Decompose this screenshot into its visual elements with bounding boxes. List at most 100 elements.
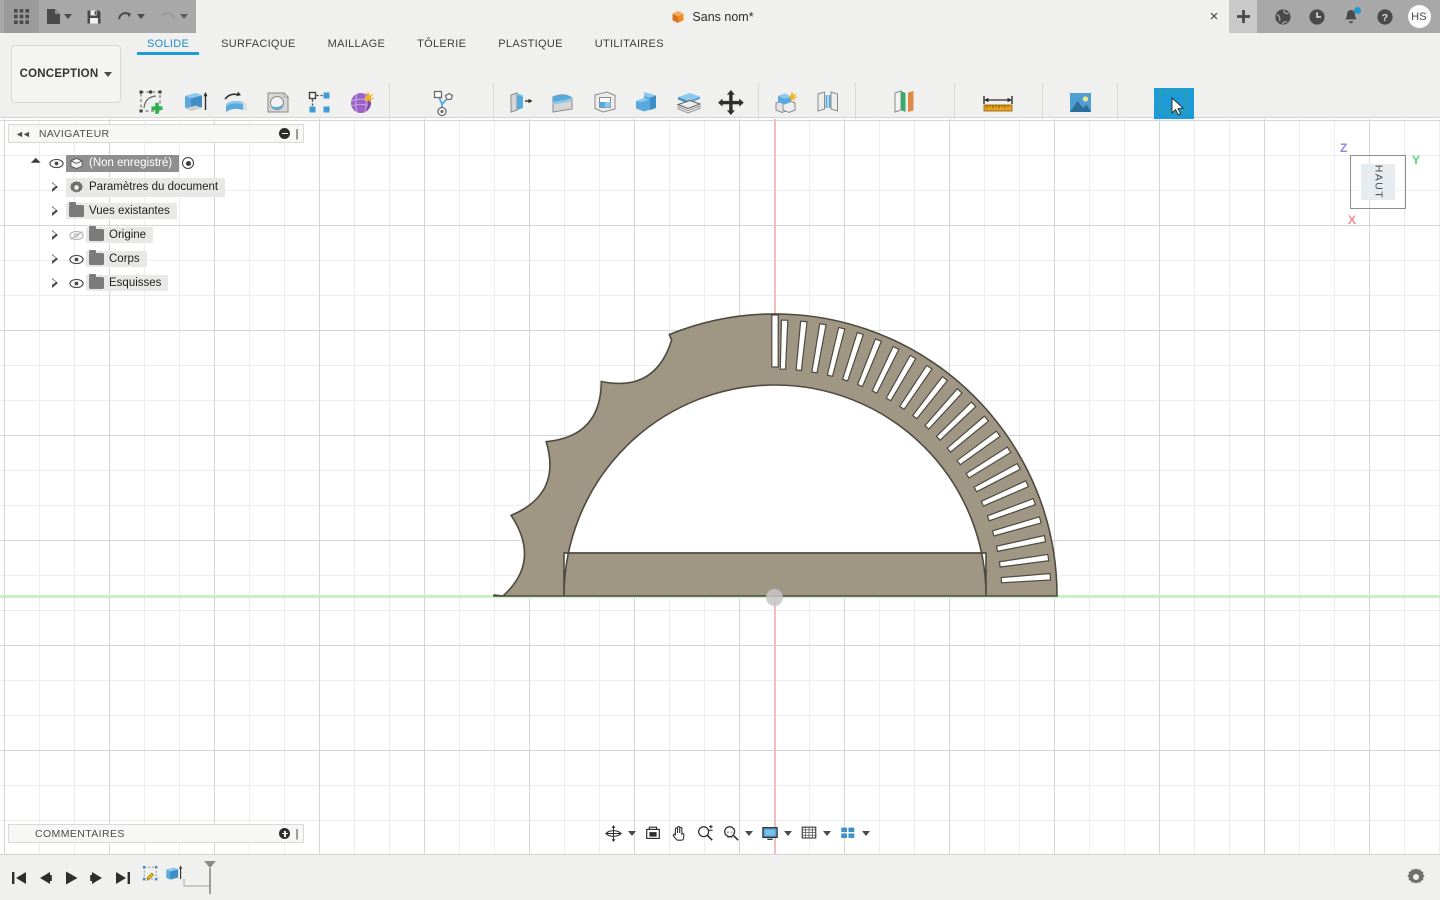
tree-node-label: Paramètres du document bbox=[89, 181, 219, 193]
move-copy-icon[interactable] bbox=[710, 83, 752, 123]
grip-handle-icon[interactable]: || bbox=[295, 128, 298, 140]
tree-node-unsaved[interactable]: (Non enregistré) bbox=[8, 151, 304, 175]
sweep-icon[interactable] bbox=[257, 83, 299, 123]
chevron-down-icon[interactable] bbox=[784, 830, 792, 836]
tab-plastique[interactable]: PLASTIQUE bbox=[482, 38, 578, 50]
plus-circle-icon[interactable] bbox=[279, 828, 291, 839]
eye-hidden-icon[interactable] bbox=[66, 230, 86, 241]
save-icon[interactable] bbox=[79, 0, 109, 33]
origin-point[interactable] bbox=[766, 589, 783, 606]
select-cursor-icon[interactable] bbox=[1151, 83, 1197, 123]
avatar[interactable]: HS bbox=[1402, 0, 1436, 33]
tree-node-origin[interactable]: Origine bbox=[8, 223, 304, 247]
timeline-marker-bracket bbox=[183, 861, 216, 894]
tree-node-bodies[interactable]: Corps bbox=[8, 247, 304, 271]
gear-icon[interactable] bbox=[1406, 867, 1426, 892]
tree-node-pill[interactable]: Vues existantes bbox=[66, 202, 177, 219]
chevron-down-icon[interactable] bbox=[862, 830, 870, 836]
clock-icon[interactable] bbox=[1300, 0, 1334, 33]
file-icon[interactable] bbox=[39, 0, 79, 33]
pattern-icon[interactable] bbox=[299, 83, 341, 123]
eye-visible-icon[interactable] bbox=[46, 158, 66, 169]
form-icon[interactable] bbox=[341, 83, 383, 123]
tree-node-pill[interactable]: Esquisses bbox=[86, 274, 169, 291]
view-cube[interactable]: Z Y X HAUT bbox=[1328, 141, 1424, 227]
step-forward-icon[interactable] bbox=[86, 863, 108, 893]
expand-toggle[interactable] bbox=[26, 157, 46, 168]
help-icon[interactable]: ? bbox=[1368, 0, 1402, 33]
tab-surfacique[interactable]: SURFACIQUE bbox=[205, 38, 312, 50]
view-cube-face[interactable]: HAUT bbox=[1350, 155, 1406, 209]
document-tab[interactable]: Sans nom* bbox=[196, 0, 1229, 33]
grid-snaps-icon[interactable] bbox=[796, 820, 835, 846]
tree-node-label: Esquisses bbox=[109, 277, 162, 289]
tab-tolerie[interactable]: TÔLERIE bbox=[401, 38, 482, 50]
tree-node-sketches[interactable]: Esquisses bbox=[8, 271, 304, 295]
tab-utilitaires[interactable]: UTILITAIRES bbox=[579, 38, 680, 50]
redo-arrow-icon[interactable] bbox=[152, 0, 195, 33]
extrude-icon[interactable] bbox=[173, 83, 215, 123]
expand-toggle[interactable] bbox=[46, 278, 66, 288]
tree-node-pill[interactable]: (Non enregistré) bbox=[66, 154, 180, 172]
expand-toggle[interactable] bbox=[46, 254, 66, 264]
split-face-icon[interactable] bbox=[668, 83, 710, 123]
play-icon[interactable] bbox=[60, 863, 82, 893]
viewports-icon[interactable] bbox=[835, 820, 874, 846]
create-sketch-icon[interactable] bbox=[131, 83, 173, 123]
jump-end-icon[interactable] bbox=[112, 863, 134, 893]
construct-plane-icon[interactable] bbox=[882, 83, 928, 123]
pan-hand-icon[interactable] bbox=[666, 820, 692, 846]
eye-visible-icon[interactable] bbox=[66, 254, 86, 265]
chevron-down-icon[interactable] bbox=[180, 14, 188, 19]
view-navigation-bar bbox=[600, 820, 870, 846]
chevron-down-icon[interactable] bbox=[628, 830, 636, 836]
display-settings-icon[interactable] bbox=[757, 820, 796, 846]
sketch-feature-icon[interactable] bbox=[140, 859, 162, 889]
joint-icon[interactable] bbox=[807, 83, 849, 123]
measure-icon[interactable] bbox=[975, 83, 1021, 123]
expand-toggle[interactable] bbox=[46, 206, 66, 216]
tab-maillage[interactable]: MAILLAGE bbox=[312, 38, 401, 50]
tree-node-existing-views[interactable]: Vues existantes bbox=[8, 199, 304, 223]
jump-start-icon[interactable] bbox=[8, 863, 30, 893]
chevron-down-icon[interactable] bbox=[823, 830, 831, 836]
new-tab-button[interactable] bbox=[1229, 0, 1257, 33]
look-at-icon[interactable] bbox=[640, 820, 666, 846]
shell-icon[interactable] bbox=[584, 83, 626, 123]
close-tab-button[interactable]: × bbox=[1200, 0, 1228, 33]
chevron-down-icon[interactable] bbox=[137, 14, 145, 19]
collapse-left-icon[interactable]: ◄◄ bbox=[15, 129, 31, 139]
tree-node-pill[interactable]: Origine bbox=[86, 226, 154, 243]
eye-visible-icon[interactable] bbox=[66, 278, 86, 289]
grip-handle-icon[interactable]: || bbox=[295, 828, 298, 840]
extrude-feature-icon[interactable] bbox=[162, 859, 184, 889]
globe-icon[interactable] bbox=[1266, 0, 1300, 33]
expand-toggle[interactable] bbox=[46, 182, 66, 192]
insert-image-icon[interactable] bbox=[1057, 83, 1103, 123]
tree-node-pill[interactable]: Corps bbox=[86, 250, 147, 267]
undo-arrow-icon[interactable] bbox=[109, 0, 152, 33]
tree-node-pill[interactable]: Paramètres du document bbox=[66, 177, 226, 197]
step-back-icon[interactable] bbox=[34, 863, 56, 893]
expand-toggle[interactable] bbox=[46, 230, 66, 240]
app-grid-icon[interactable] bbox=[4, 0, 39, 33]
center-notch bbox=[771, 314, 779, 368]
tab-solide[interactable]: SOLIDE bbox=[131, 38, 205, 55]
chevron-down-icon[interactable] bbox=[64, 14, 72, 19]
new-component-icon[interactable] bbox=[765, 83, 807, 123]
orbit-icon[interactable] bbox=[600, 820, 640, 846]
combine-icon[interactable] bbox=[626, 83, 668, 123]
bell-icon[interactable] bbox=[1334, 0, 1368, 33]
revolve-icon[interactable] bbox=[215, 83, 257, 123]
press-pull-icon[interactable] bbox=[500, 83, 542, 123]
automate-icon[interactable] bbox=[419, 83, 465, 123]
fillet-icon[interactable] bbox=[542, 83, 584, 123]
zoom-window-icon[interactable] bbox=[718, 820, 757, 846]
chevron-down-icon[interactable] bbox=[745, 830, 753, 836]
workspace-selector[interactable]: CONCEPTION bbox=[11, 45, 121, 103]
ribbon-tabs: SOLIDE SURFACIQUE MAILLAGE TÔLERIE PLAST… bbox=[131, 38, 680, 60]
activate-component-radio[interactable] bbox=[182, 157, 195, 169]
minus-circle-icon[interactable] bbox=[279, 128, 291, 139]
tree-node-document-settings[interactable]: Paramètres du document bbox=[8, 175, 304, 199]
zoom-in-out-icon[interactable] bbox=[692, 820, 718, 846]
